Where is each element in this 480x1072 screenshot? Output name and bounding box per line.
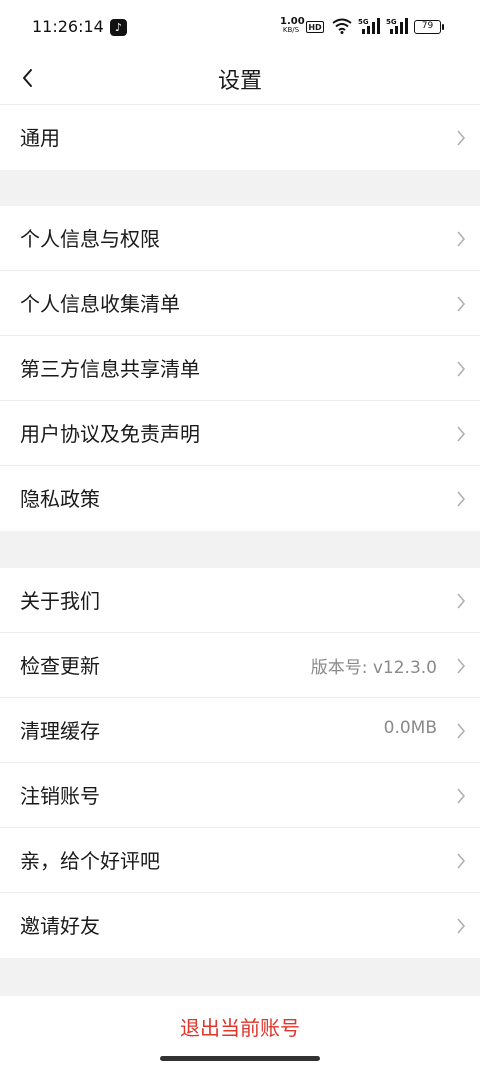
settings-item-privacy-policy[interactable]: 隐私政策 <box>0 466 480 531</box>
settings-item-label: 检查更新 <box>20 654 100 678</box>
chevron-right-icon <box>457 296 466 312</box>
battery-icon: 79 <box>414 20 444 34</box>
settings-group-privacy: 个人信息与权限 个人信息收集清单 第三方信息共享清单 用户协议及免责声明 隐私政… <box>0 206 480 531</box>
settings-item-label: 注销账号 <box>20 784 100 808</box>
settings-item-delete-account[interactable]: 注销账号 <box>0 763 480 828</box>
settings-group-other: 关于我们 检查更新 版本号: v12.3.0 清理缓存 0.0MB 注销账号 亲… <box>0 568 480 958</box>
settings-item-third-party-sharing[interactable]: 第三方信息共享清单 <box>0 336 480 401</box>
settings-item-user-agreement[interactable]: 用户协议及免责声明 <box>0 401 480 466</box>
chevron-right-icon <box>457 593 466 609</box>
status-bar: 11:26:14 ♪ 1.00 KB/S HD 5G 5G 79 <box>0 0 480 54</box>
network-type-label-2: 5G <box>386 18 397 26</box>
chevron-right-icon <box>457 426 466 442</box>
chevron-right-icon <box>457 491 466 507</box>
settings-group-general: 通用 <box>0 105 480 170</box>
settings-item-label: 用户协议及免责声明 <box>20 422 200 446</box>
settings-item-label: 清理缓存 <box>20 719 100 743</box>
wifi-icon <box>332 18 352 38</box>
tiktok-icon: ♪ <box>110 19 127 36</box>
chevron-right-icon <box>457 361 466 377</box>
settings-item-label: 隐私政策 <box>20 487 100 511</box>
settings-item-clear-cache[interactable]: 清理缓存 0.0MB <box>0 698 480 763</box>
network-type-label: 5G <box>358 18 369 26</box>
settings-item-invite-friends[interactable]: 邀请好友 <box>0 893 480 958</box>
settings-item-about-us[interactable]: 关于我们 <box>0 568 480 633</box>
home-indicator[interactable] <box>160 1056 320 1061</box>
network-speed: 1.00 KB/S <box>280 16 305 35</box>
settings-item-rate-app[interactable]: 亲，给个好评吧 <box>0 828 480 893</box>
cellular-signal-icon-2: 5G <box>386 18 408 38</box>
settings-item-general[interactable]: 通用 <box>0 105 480 170</box>
cellular-signal-icon: 5G <box>358 18 380 38</box>
chevron-right-icon <box>457 918 466 934</box>
chevron-right-icon <box>457 658 466 674</box>
settings-item-personal-info-permissions[interactable]: 个人信息与权限 <box>0 206 480 271</box>
settings-item-label: 亲，给个好评吧 <box>20 849 160 873</box>
status-time: 11:26:14 <box>32 17 104 36</box>
settings-item-label: 通用 <box>20 126 60 150</box>
settings-item-label: 个人信息收集清单 <box>20 292 180 316</box>
network-speed-unit: KB/S <box>282 26 300 34</box>
settings-item-label: 关于我们 <box>20 589 100 613</box>
nav-bar: 设置 <box>0 54 480 105</box>
hd-icon: HD <box>306 21 324 33</box>
chevron-right-icon <box>457 853 466 869</box>
settings-item-check-update[interactable]: 检查更新 版本号: v12.3.0 <box>0 633 480 698</box>
chevron-right-icon <box>457 788 466 804</box>
chevron-right-icon <box>457 130 466 146</box>
settings-item-personal-info-collection[interactable]: 个人信息收集清单 <box>0 271 480 336</box>
page-title: 设置 <box>217 69 262 94</box>
cache-size-value: 0.0MB <box>383 718 437 738</box>
chevron-right-icon <box>457 231 466 247</box>
logout-label: 退出当前账号 <box>180 1016 300 1040</box>
settings-item-label: 个人信息与权限 <box>20 227 160 251</box>
settings-item-label: 第三方信息共享清单 <box>20 357 200 381</box>
network-speed-value: 1.00 <box>280 16 305 27</box>
chevron-right-icon <box>457 723 466 739</box>
settings-item-label: 邀请好友 <box>20 914 100 938</box>
version-value: 版本号: v12.3.0 <box>310 658 437 678</box>
